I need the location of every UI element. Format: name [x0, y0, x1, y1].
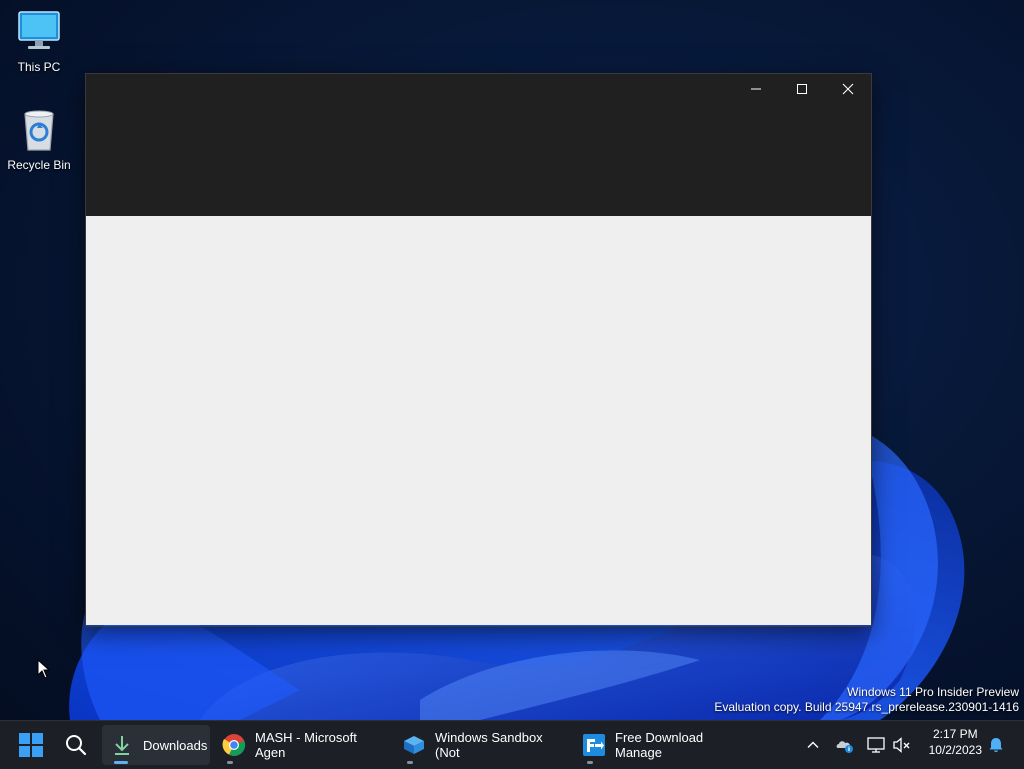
search-icon [66, 735, 87, 756]
maximize-button[interactable] [779, 74, 825, 104]
running-indicator [407, 761, 413, 764]
mouse-cursor-icon [37, 658, 51, 684]
show-hidden-icons-button[interactable] [801, 733, 825, 757]
window-content-area [86, 216, 871, 625]
window-title-bar[interactable] [86, 74, 871, 216]
clock-time: 2:17 PM [932, 727, 978, 741]
taskbar-app-label: Free Download Manage [615, 730, 704, 760]
chrome-icon [222, 733, 246, 757]
app-window[interactable] [85, 73, 872, 627]
notification-bell-icon [989, 738, 1003, 752]
taskbar-app-windows-sandbox[interactable]: Windows Sandbox (Not [394, 725, 572, 765]
network-tray-button[interactable] [864, 733, 888, 757]
clock-date: 10/2/2023 [928, 743, 982, 757]
minimize-icon [751, 88, 761, 90]
onedrive-info-icon [836, 741, 853, 753]
desktop-icon-recycle-bin[interactable]: Recycle Bin [1, 106, 77, 172]
taskbar-app-chrome[interactable]: MASH - Microsoft Agen [214, 725, 392, 765]
chevron-up-icon [807, 741, 819, 748]
maximize-icon [797, 84, 807, 94]
recycle-bin-icon [15, 106, 63, 154]
desktop-icon-label: Recycle Bin [7, 158, 71, 172]
evaluation-watermark: Windows 11 Pro Insider Preview Evaluatio… [714, 685, 1019, 715]
search-button[interactable] [64, 725, 92, 765]
running-indicator [587, 761, 593, 764]
onedrive-tray-button[interactable] [833, 733, 857, 757]
start-button[interactable] [18, 725, 46, 765]
desktop-icon-label: This PC [17, 60, 61, 74]
minimize-button[interactable] [733, 74, 779, 104]
free-download-manager-icon [582, 733, 606, 757]
network-icon [867, 737, 885, 753]
volume-tray-button[interactable] [890, 733, 914, 757]
taskbar: Downloads MASH - Microsoft Agen Windows … [0, 720, 1024, 769]
taskbar-app-downloads[interactable]: Downloads [102, 725, 210, 765]
taskbar-clock[interactable]: 2:17 PM 10/2/2023 [929, 726, 982, 758]
desktop-icon-this-pc[interactable]: This PC [1, 8, 77, 74]
notifications-button[interactable] [984, 733, 1008, 757]
taskbar-app-label: Downloads [143, 737, 208, 753]
windows-start-icon [19, 733, 43, 757]
close-icon [842, 83, 854, 95]
close-button[interactable] [825, 74, 871, 104]
download-arrow-icon [110, 733, 134, 757]
windows-sandbox-icon [402, 733, 426, 757]
computer-monitor-icon [15, 8, 63, 56]
running-indicator [227, 761, 233, 764]
volume-muted-icon [893, 737, 910, 753]
taskbar-app-label: MASH - Microsoft Agen [255, 730, 357, 760]
watermark-build: Evaluation copy. Build 25947.rs_prerelea… [714, 700, 1019, 714]
watermark-edition: Windows 11 Pro Insider Preview [847, 685, 1019, 699]
taskbar-app-free-download-manager[interactable]: Free Download Manage [574, 725, 754, 765]
taskbar-app-label: Windows Sandbox (Not [435, 730, 543, 760]
active-indicator [114, 761, 128, 764]
